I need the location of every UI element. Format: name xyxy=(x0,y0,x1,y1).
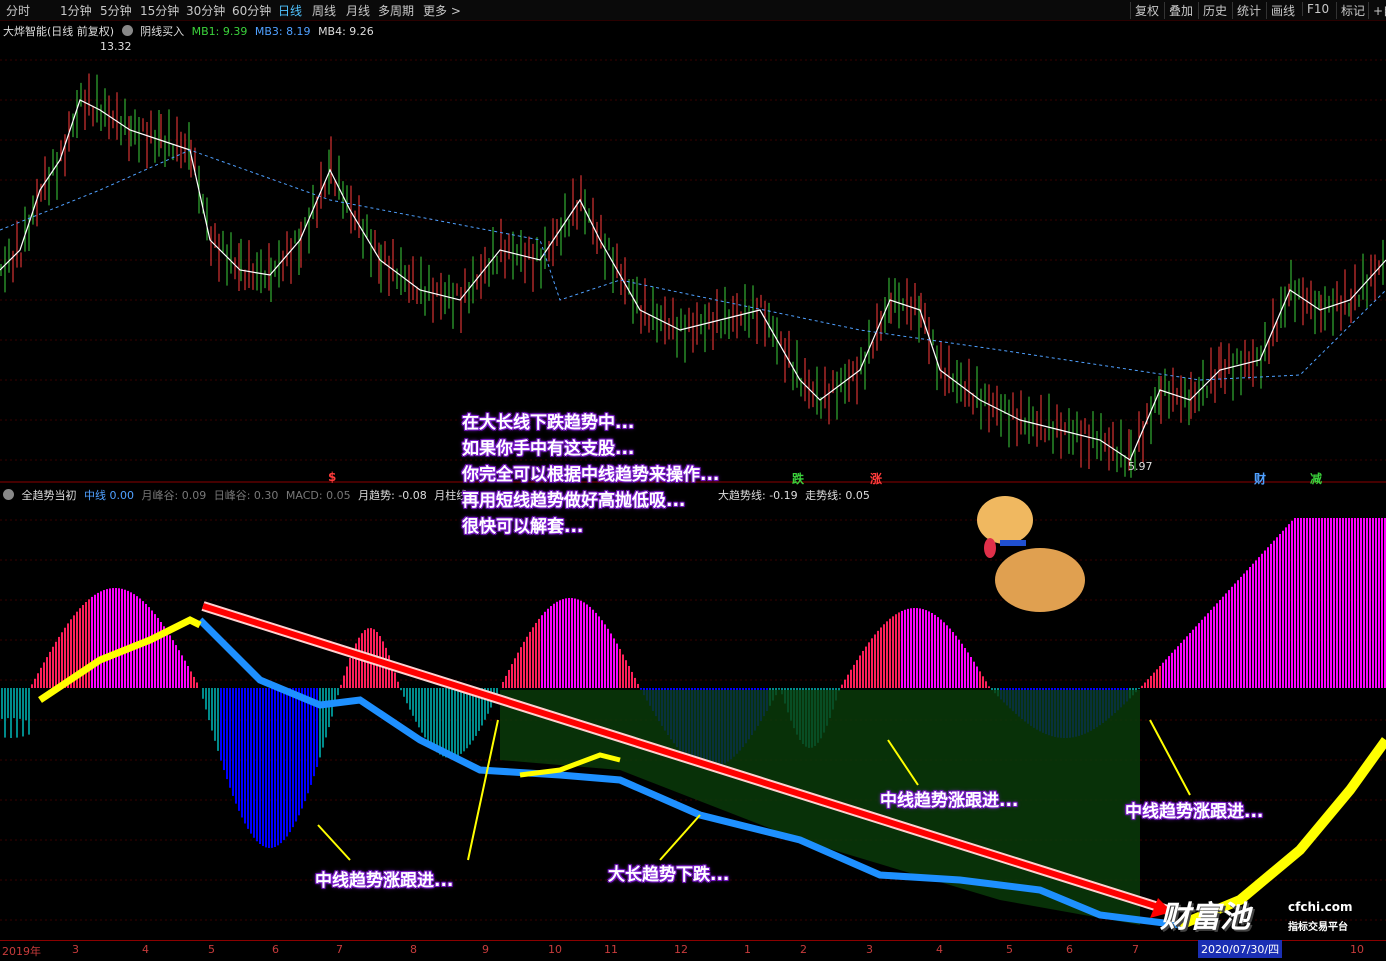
x-tick: 5 xyxy=(208,943,215,956)
low-price-label: 5.97 xyxy=(1128,460,1153,473)
pointer-arrow xyxy=(659,814,701,861)
signal-dollar: $ xyxy=(328,470,337,484)
dog-head xyxy=(977,496,1033,544)
annotation-mid-follow-3: 中线趋势涨跟进... xyxy=(1125,802,1264,822)
ma-line xyxy=(0,99,1386,461)
sub-chart-header-right: 大趋势线: -0.19 走势线: 0.05 xyxy=(718,487,874,503)
signal-reduce: 减 xyxy=(1310,472,1323,486)
high-price-label: 13.32 xyxy=(100,40,132,53)
pointer-arrow xyxy=(467,719,499,861)
signal-rise: 涨 xyxy=(870,472,883,486)
sub-chart-header: 全趋势当初 中线 0.00 月峰谷: 0.09 日峰谷: 0.30 MACD: … xyxy=(0,487,471,503)
date-chip: 2020/07/30/四 xyxy=(1198,940,1283,958)
brand-logo: 财富池 cfchi.com 指标交易平台 xyxy=(1160,892,1353,936)
big-trend-value: 大趋势线: -0.19 xyxy=(718,489,798,502)
settings-icon[interactable] xyxy=(3,489,14,500)
logo-slogan: 指标交易平台 xyxy=(1288,922,1348,933)
x-tick: 11 xyxy=(604,943,618,956)
walk-line-value: 走势线: 0.05 xyxy=(805,489,870,502)
signal-wealth: 财 xyxy=(1254,472,1267,486)
x-tick: 2 xyxy=(800,943,807,956)
x-tick: 1 xyxy=(744,943,751,956)
dog-mascot xyxy=(977,496,1085,612)
annotation-line-4: 再用短线趋势做好高抛低吸... xyxy=(462,491,686,511)
month-peak-value: 月峰谷: 0.09 xyxy=(141,489,207,502)
annotation-line-2: 如果你手中有这支股... xyxy=(462,439,635,459)
x-tick: 2019年 xyxy=(2,945,41,958)
x-tick: 9 xyxy=(482,943,489,956)
dog-body xyxy=(995,548,1085,612)
x-tick: 8 xyxy=(410,943,417,956)
logo-brand: 财富池 xyxy=(1160,900,1250,935)
x-tick: 10 xyxy=(548,943,562,956)
annotation-mid-follow-1: 中线趋势涨跟进... xyxy=(315,871,454,891)
sub-title[interactable]: 全趋势当初 xyxy=(22,489,77,502)
annotation-line-5: 很快可以解套... xyxy=(462,517,584,537)
annotation-long-down: 大长趋势下跌... xyxy=(608,865,730,885)
mid-line-value: 中线 0.00 xyxy=(84,489,134,502)
x-tick: 6 xyxy=(272,943,279,956)
annotation-line-3: 你完全可以根据中线趋势来操作... xyxy=(462,465,720,485)
x-tick: 3 xyxy=(866,943,873,956)
x-tick: 7 xyxy=(336,943,343,956)
day-peak-value: 日峰谷: 0.30 xyxy=(213,489,279,502)
x-axis: 2019年 3 4 5 6 7 8 9 10 11 12 1 2 3 4 5 6… xyxy=(0,940,1386,961)
logo-site: cfchi.com xyxy=(1288,900,1353,914)
annotation-mid-follow-2: 中线趋势涨跟进... xyxy=(880,791,1019,811)
macd-value: MACD: 0.05 xyxy=(285,489,351,502)
signal-fall: 跌 xyxy=(792,472,805,486)
annotation-line-1: 在大长线下跌趋势中... xyxy=(462,413,635,433)
x-tick: 4 xyxy=(142,943,149,956)
pointer-arrow xyxy=(1149,719,1191,796)
x-tick: 12 xyxy=(674,943,688,956)
x-tick: 3 xyxy=(72,943,79,956)
x-tick: 5 xyxy=(1006,943,1013,956)
month-trend-value: 月趋势: -0.08 xyxy=(358,489,427,502)
dog-collar xyxy=(1000,540,1026,546)
x-tick: 7 xyxy=(1132,943,1139,956)
x-tick: 10 xyxy=(1350,943,1364,956)
dog-tongue xyxy=(984,538,996,558)
x-tick: 4 xyxy=(936,943,943,956)
pointer-arrow xyxy=(317,824,351,861)
x-tick: 6 xyxy=(1066,943,1073,956)
